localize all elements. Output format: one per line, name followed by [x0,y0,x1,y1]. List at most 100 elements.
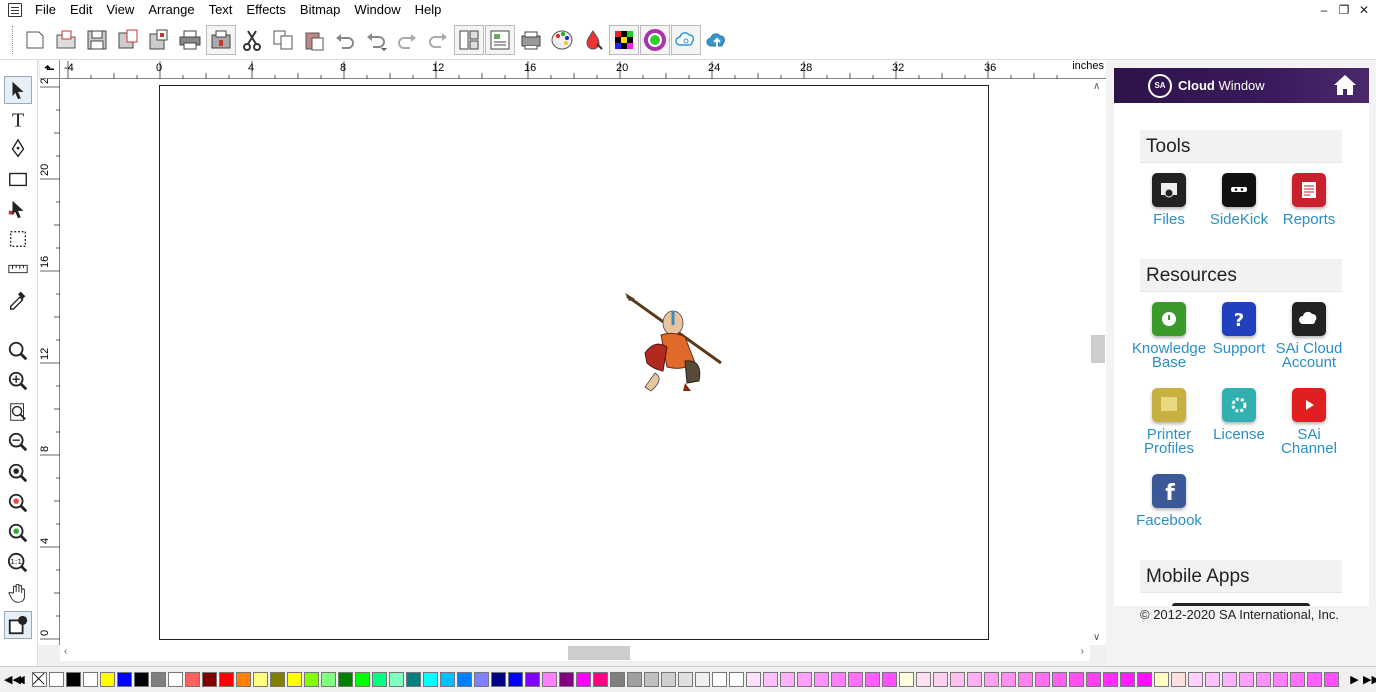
color-swatch[interactable] [627,672,642,687]
sidekick-app[interactable]: SideKick [1200,173,1278,227]
color-swatch[interactable] [1069,672,1084,687]
color-swatch[interactable] [321,672,336,687]
undo-list-icon[interactable] [361,25,391,55]
color-swatch[interactable] [899,672,914,687]
license-app[interactable]: License [1200,388,1278,442]
color-picker-icon[interactable] [578,25,608,55]
color-swatch[interactable] [1018,672,1033,687]
color-swatch[interactable] [1035,672,1050,687]
menu-text[interactable]: Text [202,0,240,20]
text-tool-icon[interactable]: T [4,105,32,133]
color-swatch[interactable] [1290,672,1305,687]
files-app[interactable]: Files [1130,173,1208,227]
color-swatch[interactable] [593,672,608,687]
zoom-selection-icon[interactable] [4,459,32,487]
scroll-up-icon[interactable]: ∧ [1093,81,1100,92]
page-boundary[interactable] [159,85,989,640]
ruler-top[interactable]: -4 0 4 8 12 16 20 24 28 32 36 inches [40,60,1106,79]
scroll-left-icon[interactable]: ‹ [64,646,67,657]
color-swatch[interactable] [49,672,64,687]
color-swatch[interactable] [644,672,659,687]
home-icon[interactable] [1333,74,1357,96]
menu-arrange[interactable]: Arrange [141,0,201,20]
new-icon[interactable] [20,25,50,55]
color-swatch[interactable] [814,672,829,687]
crop-tool-icon[interactable] [4,225,32,253]
design-center-icon[interactable] [453,24,484,55]
color-swatch[interactable] [1154,672,1169,687]
color-swatch[interactable] [134,672,149,687]
palette-next-icon[interactable]: ▶ [1349,673,1360,686]
color-swatch[interactable] [678,672,693,687]
rectangle-tool-icon[interactable] [4,165,32,193]
open-icon[interactable] [51,25,81,55]
color-swatch[interactable] [100,672,115,687]
color-swatch[interactable] [661,672,676,687]
ruler-origin-corner[interactable]: ⬑ [40,60,60,79]
color-swatch[interactable] [491,672,506,687]
production-manager-icon[interactable] [516,25,546,55]
pen-tool-icon[interactable] [4,135,32,163]
color-swatch[interactable] [304,672,319,687]
zoom-in-icon[interactable] [4,367,32,395]
color-swatch[interactable] [797,672,812,687]
color-swatch[interactable] [1273,672,1288,687]
toolbar-grip[interactable] [12,25,15,54]
palette-first-icon[interactable]: ◀◀ [4,673,21,686]
zoom-page-icon[interactable] [4,398,32,426]
save-as-icon[interactable] [113,25,143,55]
fill-stroke-icon[interactable] [4,611,32,639]
color-swatch[interactable] [882,672,897,687]
sai-channel-app[interactable]: SAi Channel [1270,388,1348,456]
color-swatch[interactable] [712,672,727,687]
ruler-tool-icon[interactable] [4,255,32,283]
print-icon[interactable] [175,25,205,55]
color-swatch[interactable] [848,672,863,687]
vertical-scrollbar[interactable]: ∧ ∨ [1090,79,1106,645]
zoom-tool-icon[interactable] [4,337,32,365]
color-swatch[interactable] [525,672,540,687]
color-swatch[interactable] [1239,672,1254,687]
color-swatch[interactable] [372,672,387,687]
color-swatch[interactable] [423,672,438,687]
menu-effects[interactable]: Effects [239,0,293,20]
color-swatch[interactable] [219,672,234,687]
horizontal-scroll-thumb[interactable] [568,646,630,660]
color-swatch[interactable] [933,672,948,687]
palette-last-icon[interactable]: ▶▶ [1363,673,1376,686]
eyedropper-tool-icon[interactable] [4,285,32,313]
cloud-upload-icon[interactable] [702,25,732,55]
color-swatch[interactable] [746,672,761,687]
color-swatch[interactable] [1001,672,1016,687]
redo-list-icon[interactable] [423,25,453,55]
facebook-app[interactable]: f Facebook [1122,474,1216,528]
color-swatch[interactable] [406,672,421,687]
color-swatch[interactable] [610,672,625,687]
color-swatch[interactable] [168,672,183,687]
zoom-fit-icon[interactable] [4,519,32,547]
select-tool-icon[interactable] [4,76,32,104]
color-swatch[interactable] [542,672,557,687]
printer-profiles-app[interactable]: Printer Profiles [1130,388,1208,456]
color-swatch[interactable] [984,672,999,687]
color-swatch[interactable] [338,672,353,687]
copy-icon[interactable] [268,25,298,55]
color-swatch[interactable] [831,672,846,687]
color-swatch[interactable] [1205,672,1220,687]
color-swatch[interactable] [83,672,98,687]
reports-app[interactable]: Reports [1270,173,1348,227]
undo-icon[interactable] [330,25,360,55]
color-swatch[interactable] [950,672,965,687]
color-swatch[interactable] [1324,672,1339,687]
color-swatch[interactable] [780,672,795,687]
color-swatch[interactable] [695,672,710,687]
menu-bitmap[interactable]: Bitmap [293,0,347,20]
color-swatch[interactable] [236,672,251,687]
scroll-down-icon[interactable]: ∨ [1093,632,1100,643]
color-swatch[interactable] [508,672,523,687]
color-swatch[interactable] [1307,672,1322,687]
node-edit-tool-icon[interactable] [4,195,32,223]
color-swatch[interactable] [389,672,404,687]
color-swatch[interactable] [1052,672,1067,687]
no-color-swatch[interactable] [32,672,47,687]
